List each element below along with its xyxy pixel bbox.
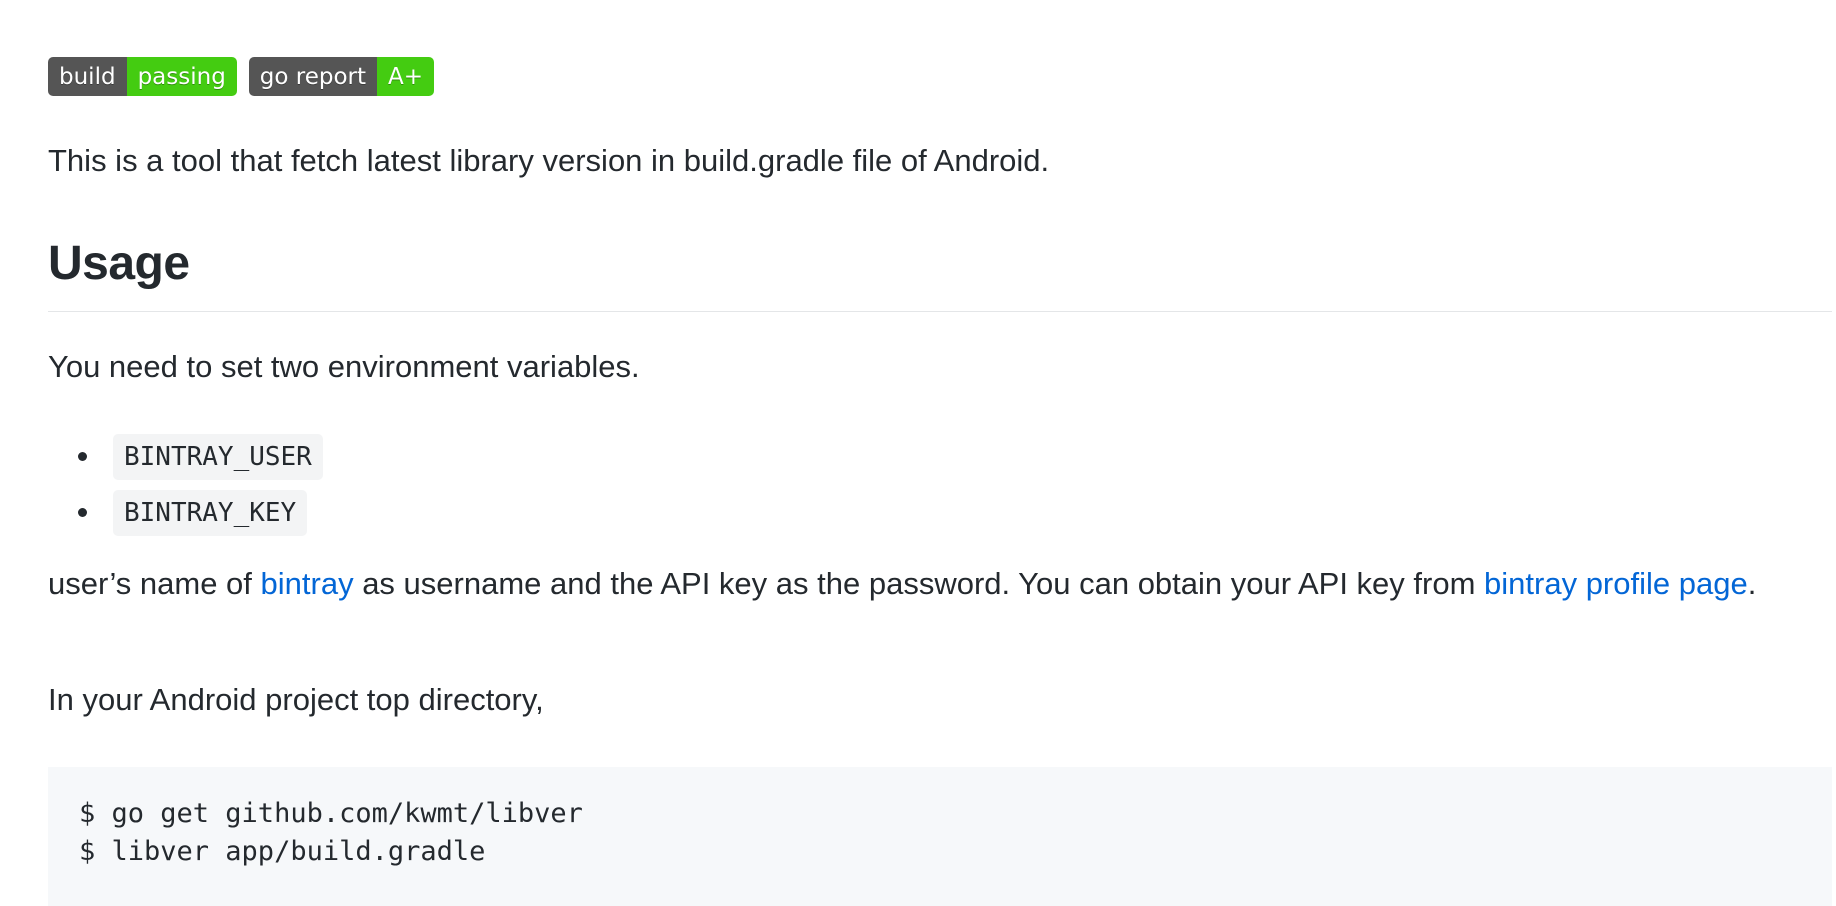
bintray-profile-link[interactable]: bintray profile page [1484,566,1748,601]
code-block[interactable]: $ go get github.com/kwmt/libver $ libver … [48,767,1832,906]
code-line: $ libver app/build.gradle [79,836,486,867]
badge-label: build [48,57,127,96]
badge-value: passing [126,57,237,96]
build-status-badge[interactable]: build passing [48,57,237,96]
code-line: $ go get github.com/kwmt/libver [79,798,583,829]
go-report-badge[interactable]: go report A+ [248,57,435,96]
usage-heading: Usage [48,237,190,290]
list-item: BINTRAY_USER [48,429,323,485]
heading-divider [48,311,1832,312]
credentials-text: user’s name of bintray as username and t… [48,560,1832,608]
android-dir-text: In your Android project top directory, [48,682,544,717]
bullet-icon [78,508,87,517]
env-var-code: BINTRAY_KEY [113,490,308,536]
list-item: BINTRAY_KEY [48,485,323,541]
text-segment: user’s name of [48,566,261,601]
bintray-link[interactable]: bintray [261,566,354,601]
bullet-icon [78,452,87,461]
badge-value: A+ [377,57,435,96]
env-var-list: BINTRAY_USER BINTRAY_KEY [48,429,323,541]
env-intro-text: You need to set two environment variable… [48,349,640,384]
text-segment: . [1747,566,1757,601]
text-segment: as username and the API key as the passw… [353,566,1485,601]
badge-label: go report [248,57,378,96]
env-var-code: BINTRAY_USER [113,434,323,480]
badges-row: build passing go report A+ [48,57,435,96]
intro-text: This is a tool that fetch latest library… [48,143,1050,178]
